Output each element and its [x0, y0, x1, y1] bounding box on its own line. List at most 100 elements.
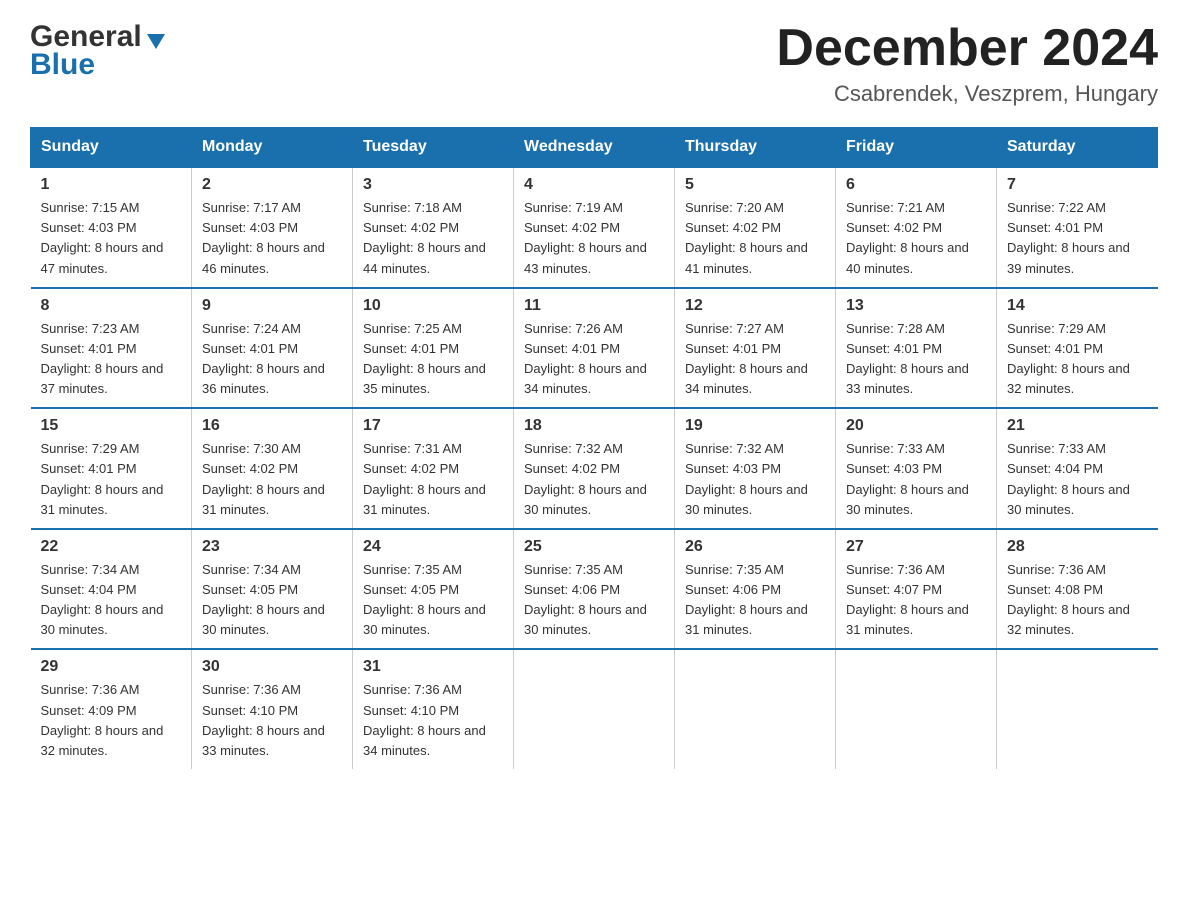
- calendar-cell: 29 Sunrise: 7:36 AMSunset: 4:09 PMDaylig…: [31, 649, 192, 769]
- calendar-cell: [514, 649, 675, 769]
- header-friday: Friday: [836, 128, 997, 168]
- calendar-cell: 13 Sunrise: 7:28 AMSunset: 4:01 PMDaylig…: [836, 288, 997, 409]
- day-number: 10: [363, 297, 503, 315]
- day-info: Sunrise: 7:27 AMSunset: 4:01 PMDaylight:…: [685, 321, 808, 396]
- day-info: Sunrise: 7:29 AMSunset: 4:01 PMDaylight:…: [41, 441, 164, 516]
- day-info: Sunrise: 7:32 AMSunset: 4:03 PMDaylight:…: [685, 441, 808, 516]
- day-number: 16: [202, 417, 342, 435]
- location-subtitle: Csabrendek, Veszprem, Hungary: [776, 81, 1158, 107]
- calendar-cell: 30 Sunrise: 7:36 AMSunset: 4:10 PMDaylig…: [192, 649, 353, 769]
- day-info: Sunrise: 7:18 AMSunset: 4:02 PMDaylight:…: [363, 200, 486, 275]
- day-number: 7: [1007, 176, 1148, 194]
- calendar-cell: 10 Sunrise: 7:25 AMSunset: 4:01 PMDaylig…: [353, 288, 514, 409]
- day-number: 18: [524, 417, 664, 435]
- calendar-week-row: 29 Sunrise: 7:36 AMSunset: 4:09 PMDaylig…: [31, 649, 1158, 769]
- calendar-cell: 21 Sunrise: 7:33 AMSunset: 4:04 PMDaylig…: [997, 408, 1158, 529]
- day-number: 21: [1007, 417, 1148, 435]
- calendar-header-row: SundayMondayTuesdayWednesdayThursdayFrid…: [31, 128, 1158, 168]
- day-number: 23: [202, 538, 342, 556]
- day-info: Sunrise: 7:19 AMSunset: 4:02 PMDaylight:…: [524, 200, 647, 275]
- day-info: Sunrise: 7:32 AMSunset: 4:02 PMDaylight:…: [524, 441, 647, 516]
- calendar-cell: 2 Sunrise: 7:17 AMSunset: 4:03 PMDayligh…: [192, 167, 353, 288]
- day-info: Sunrise: 7:31 AMSunset: 4:02 PMDaylight:…: [363, 441, 486, 516]
- day-info: Sunrise: 7:34 AMSunset: 4:04 PMDaylight:…: [41, 562, 164, 637]
- calendar-week-row: 1 Sunrise: 7:15 AMSunset: 4:03 PMDayligh…: [31, 167, 1158, 288]
- day-number: 1: [41, 176, 182, 194]
- day-number: 31: [363, 658, 503, 676]
- day-number: 15: [41, 417, 182, 435]
- calendar-cell: 1 Sunrise: 7:15 AMSunset: 4:03 PMDayligh…: [31, 167, 192, 288]
- day-number: 17: [363, 417, 503, 435]
- calendar-cell: 6 Sunrise: 7:21 AMSunset: 4:02 PMDayligh…: [836, 167, 997, 288]
- day-number: 24: [363, 538, 503, 556]
- day-info: Sunrise: 7:33 AMSunset: 4:03 PMDaylight:…: [846, 441, 969, 516]
- logo-triangle-icon: [147, 34, 165, 49]
- day-number: 26: [685, 538, 825, 556]
- day-info: Sunrise: 7:15 AMSunset: 4:03 PMDaylight:…: [41, 200, 164, 275]
- title-area: December 2024 Csabrendek, Veszprem, Hung…: [776, 20, 1158, 107]
- day-number: 29: [41, 658, 182, 676]
- calendar-cell: 3 Sunrise: 7:18 AMSunset: 4:02 PMDayligh…: [353, 167, 514, 288]
- day-info: Sunrise: 7:22 AMSunset: 4:01 PMDaylight:…: [1007, 200, 1130, 275]
- day-number: 11: [524, 297, 664, 315]
- day-number: 9: [202, 297, 342, 315]
- header-thursday: Thursday: [675, 128, 836, 168]
- logo: General Blue: [30, 20, 165, 82]
- day-number: 19: [685, 417, 825, 435]
- day-number: 12: [685, 297, 825, 315]
- calendar-cell: 14 Sunrise: 7:29 AMSunset: 4:01 PMDaylig…: [997, 288, 1158, 409]
- header-sunday: Sunday: [31, 128, 192, 168]
- calendar-cell: 4 Sunrise: 7:19 AMSunset: 4:02 PMDayligh…: [514, 167, 675, 288]
- calendar-cell: [675, 649, 836, 769]
- day-info: Sunrise: 7:21 AMSunset: 4:02 PMDaylight:…: [846, 200, 969, 275]
- day-info: Sunrise: 7:25 AMSunset: 4:01 PMDaylight:…: [363, 321, 486, 396]
- day-info: Sunrise: 7:33 AMSunset: 4:04 PMDaylight:…: [1007, 441, 1130, 516]
- day-info: Sunrise: 7:26 AMSunset: 4:01 PMDaylight:…: [524, 321, 647, 396]
- calendar-cell: 31 Sunrise: 7:36 AMSunset: 4:10 PMDaylig…: [353, 649, 514, 769]
- day-number: 27: [846, 538, 986, 556]
- day-info: Sunrise: 7:35 AMSunset: 4:06 PMDaylight:…: [685, 562, 808, 637]
- day-info: Sunrise: 7:34 AMSunset: 4:05 PMDaylight:…: [202, 562, 325, 637]
- day-info: Sunrise: 7:36 AMSunset: 4:07 PMDaylight:…: [846, 562, 969, 637]
- day-number: 14: [1007, 297, 1148, 315]
- header-monday: Monday: [192, 128, 353, 168]
- day-number: 22: [41, 538, 182, 556]
- calendar-cell: 8 Sunrise: 7:23 AMSunset: 4:01 PMDayligh…: [31, 288, 192, 409]
- day-info: Sunrise: 7:35 AMSunset: 4:06 PMDaylight:…: [524, 562, 647, 637]
- day-info: Sunrise: 7:28 AMSunset: 4:01 PMDaylight:…: [846, 321, 969, 396]
- day-info: Sunrise: 7:36 AMSunset: 4:09 PMDaylight:…: [41, 682, 164, 757]
- calendar-cell: 23 Sunrise: 7:34 AMSunset: 4:05 PMDaylig…: [192, 529, 353, 650]
- calendar-cell: 28 Sunrise: 7:36 AMSunset: 4:08 PMDaylig…: [997, 529, 1158, 650]
- day-info: Sunrise: 7:17 AMSunset: 4:03 PMDaylight:…: [202, 200, 325, 275]
- day-info: Sunrise: 7:36 AMSunset: 4:10 PMDaylight:…: [202, 682, 325, 757]
- calendar-cell: 25 Sunrise: 7:35 AMSunset: 4:06 PMDaylig…: [514, 529, 675, 650]
- day-info: Sunrise: 7:23 AMSunset: 4:01 PMDaylight:…: [41, 321, 164, 396]
- day-number: 3: [363, 176, 503, 194]
- calendar-cell: 20 Sunrise: 7:33 AMSunset: 4:03 PMDaylig…: [836, 408, 997, 529]
- day-info: Sunrise: 7:35 AMSunset: 4:05 PMDaylight:…: [363, 562, 486, 637]
- calendar-cell: 18 Sunrise: 7:32 AMSunset: 4:02 PMDaylig…: [514, 408, 675, 529]
- calendar-cell: 5 Sunrise: 7:20 AMSunset: 4:02 PMDayligh…: [675, 167, 836, 288]
- day-number: 8: [41, 297, 182, 315]
- calendar-cell: [997, 649, 1158, 769]
- calendar-cell: 22 Sunrise: 7:34 AMSunset: 4:04 PMDaylig…: [31, 529, 192, 650]
- logo-blue-text: Blue: [30, 48, 95, 82]
- day-info: Sunrise: 7:36 AMSunset: 4:08 PMDaylight:…: [1007, 562, 1130, 637]
- header-tuesday: Tuesday: [353, 128, 514, 168]
- calendar-cell: 16 Sunrise: 7:30 AMSunset: 4:02 PMDaylig…: [192, 408, 353, 529]
- day-number: 20: [846, 417, 986, 435]
- calendar-cell: 9 Sunrise: 7:24 AMSunset: 4:01 PMDayligh…: [192, 288, 353, 409]
- day-number: 25: [524, 538, 664, 556]
- header-saturday: Saturday: [997, 128, 1158, 168]
- calendar-cell: 15 Sunrise: 7:29 AMSunset: 4:01 PMDaylig…: [31, 408, 192, 529]
- calendar-cell: 26 Sunrise: 7:35 AMSunset: 4:06 PMDaylig…: [675, 529, 836, 650]
- day-number: 13: [846, 297, 986, 315]
- day-number: 4: [524, 176, 664, 194]
- header: General Blue December 2024 Csabrendek, V…: [30, 20, 1158, 107]
- day-number: 2: [202, 176, 342, 194]
- calendar-cell: [836, 649, 997, 769]
- day-info: Sunrise: 7:30 AMSunset: 4:02 PMDaylight:…: [202, 441, 325, 516]
- calendar-week-row: 8 Sunrise: 7:23 AMSunset: 4:01 PMDayligh…: [31, 288, 1158, 409]
- day-number: 5: [685, 176, 825, 194]
- day-number: 6: [846, 176, 986, 194]
